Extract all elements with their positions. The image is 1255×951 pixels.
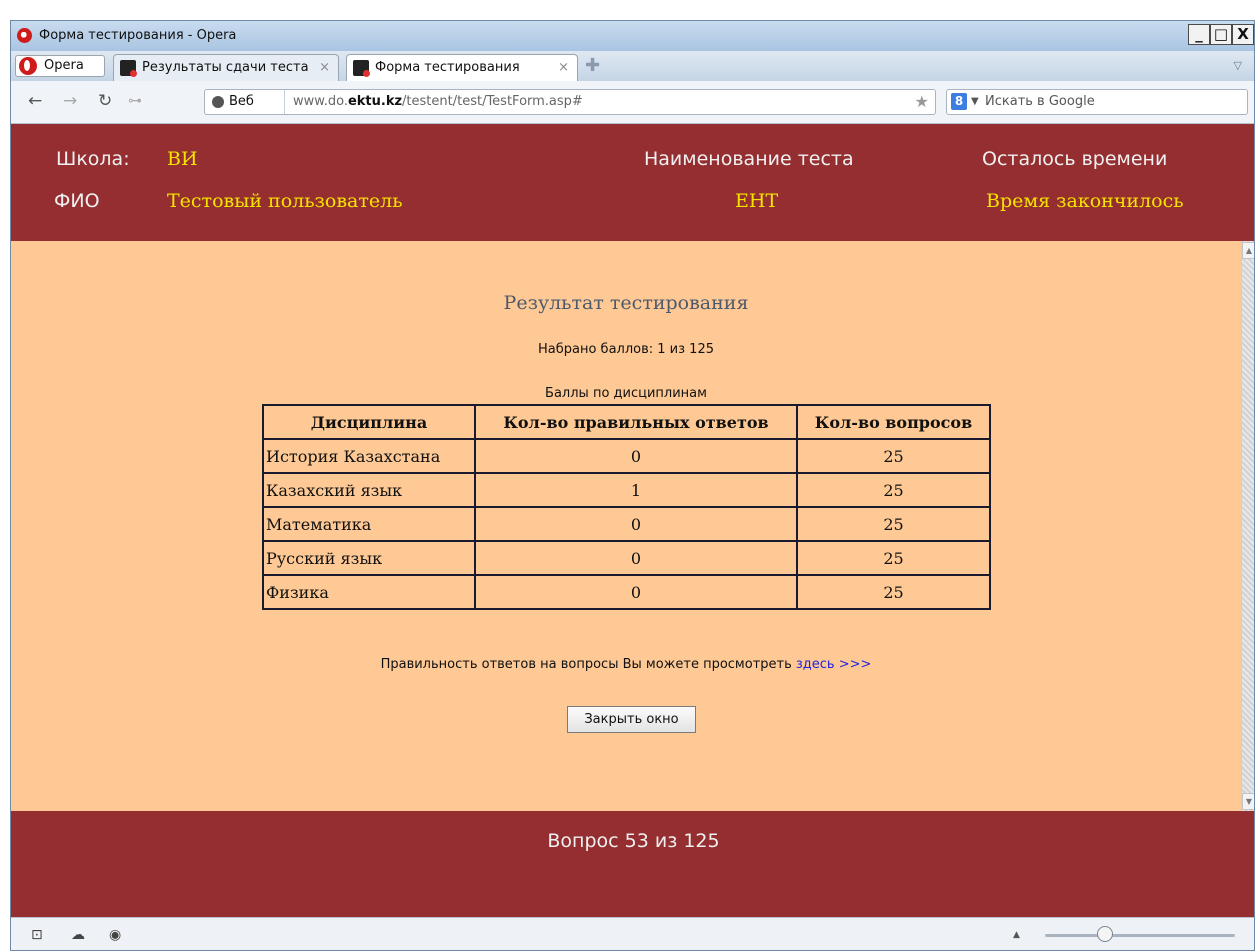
fio-value: Тестовый пользователь xyxy=(167,190,403,212)
results-table: Дисциплина Кол-во правильных ответов Кол… xyxy=(262,404,991,610)
discipline-cell: Математика xyxy=(262,506,476,542)
table-row: Математика 0 25 xyxy=(262,506,991,542)
site-info-label: Веб xyxy=(229,94,254,109)
result-content: Результат тестирования Набрано баллов: 1… xyxy=(11,241,1241,811)
reload-icon[interactable]: ↻ xyxy=(98,91,112,111)
site-info-button[interactable]: Веб xyxy=(205,90,285,114)
tab-test-results[interactable]: Результаты сдачи теста × xyxy=(113,54,339,81)
questions-cell: 25 xyxy=(796,472,991,508)
column-header-correct: Кол-во правильных ответов xyxy=(474,404,798,440)
new-tab-icon[interactable]: ✚ xyxy=(585,55,600,76)
scroll-down-arrow-icon[interactable]: ▼ xyxy=(1242,793,1254,810)
forward-arrow-icon[interactable]: → xyxy=(63,91,77,111)
questions-cell: 25 xyxy=(796,506,991,542)
panel-toggle-icon[interactable]: ⊡ xyxy=(31,927,43,943)
zoom-menu-icon[interactable]: ▲ xyxy=(1013,930,1020,940)
opera-menu-label: Opera xyxy=(44,58,84,73)
url-prefix: www.do. xyxy=(293,94,348,109)
search-engine-dropdown-icon[interactable]: ▼ xyxy=(971,90,979,114)
discipline-cell: История Казахстана xyxy=(262,438,476,474)
back-arrow-icon[interactable]: ← xyxy=(28,91,42,111)
status-bar: ⊡ ☁ ◉ ▲ xyxy=(11,917,1254,950)
opera-o-icon xyxy=(19,57,37,75)
column-header-questions: Кол-во вопросов xyxy=(796,404,991,440)
table-header-row: Дисциплина Кол-во правильных ответов Кол… xyxy=(262,404,991,440)
url-domain: ektu.kz xyxy=(347,94,403,109)
tab-close-icon[interactable]: × xyxy=(558,55,569,80)
maximize-button[interactable]: □ xyxy=(1210,24,1232,45)
review-text: Правильность ответов на вопросы Вы может… xyxy=(380,657,796,672)
questions-cell: 25 xyxy=(796,574,991,610)
opera-unite-cloud-icon[interactable]: ☁ xyxy=(71,927,85,943)
search-placeholder: Искать в Google xyxy=(985,94,1095,109)
address-bar[interactable]: Веб www.do.ektu.kz/testent/test/TestForm… xyxy=(204,89,936,115)
correct-cell: 0 xyxy=(474,574,798,610)
tab-list-chevron-icon[interactable]: ▽ xyxy=(1234,59,1242,72)
fio-label: ФИО xyxy=(54,190,100,212)
key-icon[interactable]: ⊶ xyxy=(128,93,142,109)
test-header: Школа: ВИ ФИО Тестовый пользователь Наим… xyxy=(11,124,1254,241)
questions-cell: 25 xyxy=(796,438,991,474)
review-answers-line: Правильность ответов на вопросы Вы может… xyxy=(11,657,1241,672)
time-left-value: Время закончилось xyxy=(986,190,1184,212)
tab-label: Результаты сдачи теста xyxy=(142,60,309,75)
school-value: ВИ xyxy=(167,148,198,170)
site-favicon-icon xyxy=(120,60,137,77)
table-row: Физика 0 25 xyxy=(262,574,991,610)
site-favicon-icon xyxy=(353,60,370,77)
opera-logo-icon xyxy=(17,28,32,43)
url-text[interactable]: www.do.ektu.kz/testent/test/TestForm.asp… xyxy=(293,90,583,114)
globe-icon xyxy=(212,96,224,108)
page-viewport: Школа: ВИ ФИО Тестовый пользователь Наим… xyxy=(11,124,1254,917)
table-row: История Казахстана 0 25 xyxy=(262,438,991,474)
review-answers-link[interactable]: здесь >>> xyxy=(796,657,872,672)
opera-menu-button[interactable]: Opera xyxy=(15,55,105,77)
discipline-cell: Физика xyxy=(262,574,476,610)
window-title: Форма тестирования - Opera xyxy=(39,28,237,43)
table-row: Русский язык 0 25 xyxy=(262,540,991,576)
correct-cell: 0 xyxy=(474,540,798,576)
question-counter: Вопрос 53 из 125 xyxy=(547,830,720,852)
window-controls: _ □ X xyxy=(1188,24,1254,45)
url-path: /testent/test/TestForm.asp# xyxy=(402,94,583,109)
time-left-label: Осталось времени xyxy=(982,148,1168,170)
score-summary: Набрано баллов: 1 из 125 xyxy=(537,342,714,357)
table-caption: Баллы по дисциплинам xyxy=(545,386,707,401)
correct-cell: 1 xyxy=(474,472,798,508)
browser-window: Форма тестирования - Opera _ □ X Opera Р… xyxy=(10,20,1255,951)
correct-cell: 0 xyxy=(474,506,798,542)
search-field[interactable]: 8 ▼ Искать в Google xyxy=(946,89,1248,115)
test-name-label: Наименование теста xyxy=(644,148,854,170)
table-row: Казахский язык 1 25 xyxy=(262,472,991,508)
discipline-cell: Русский язык xyxy=(262,540,476,576)
question-footer: Вопрос 53 из 125 xyxy=(11,811,1254,917)
opera-turbo-icon[interactable]: ◉ xyxy=(109,927,121,943)
vertical-scrollbar[interactable]: ▲ ▼ xyxy=(1241,241,1254,811)
result-title: Результат тестирования xyxy=(503,292,749,314)
tab-test-form[interactable]: Форма тестирования × xyxy=(346,54,578,81)
scroll-up-arrow-icon[interactable]: ▲ xyxy=(1242,242,1254,259)
correct-cell: 0 xyxy=(474,438,798,474)
navigation-bar: ← → ↻ ⊶ Веб www.do.ektu.kz/testent/test/… xyxy=(11,81,1254,124)
test-name-value: ЕНТ xyxy=(735,190,779,212)
title-bar: Форма тестирования - Opera _ □ X xyxy=(11,21,1254,51)
minimize-button[interactable]: _ xyxy=(1188,24,1210,45)
discipline-cell: Казахский язык xyxy=(262,472,476,508)
tab-close-icon[interactable]: × xyxy=(319,55,330,80)
school-label: Школа: xyxy=(56,148,130,170)
bookmark-star-icon[interactable]: ★ xyxy=(915,90,929,114)
close-window-page-button[interactable]: Закрыть окно xyxy=(567,706,696,733)
questions-cell: 25 xyxy=(796,540,991,576)
column-header-discipline: Дисциплина xyxy=(262,404,476,440)
close-window-button[interactable]: X xyxy=(1232,24,1254,45)
zoom-slider-handle[interactable] xyxy=(1097,926,1113,942)
tab-label: Форма тестирования xyxy=(375,60,520,75)
tab-bar: Opera Результаты сдачи теста × Форма тес… xyxy=(11,51,1254,81)
google-search-icon[interactable]: 8 xyxy=(951,93,967,110)
zoom-slider[interactable] xyxy=(1045,934,1235,937)
